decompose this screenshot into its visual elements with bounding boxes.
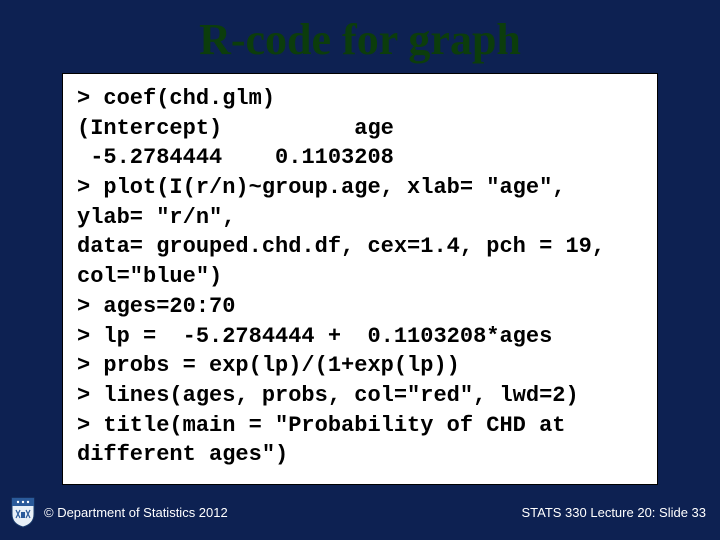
copyright-text: © Department of Statistics 2012 [44,505,228,520]
page-info: STATS 330 Lecture 20: Slide 33 [521,505,706,520]
code-block: > coef(chd.glm) (Intercept) age -5.27844… [62,73,658,485]
crest-icon [10,496,36,528]
footer-left: © Department of Statistics 2012 [10,496,228,528]
footer: © Department of Statistics 2012 STATS 33… [0,496,720,528]
slide-title: R-code for graph [0,0,720,73]
